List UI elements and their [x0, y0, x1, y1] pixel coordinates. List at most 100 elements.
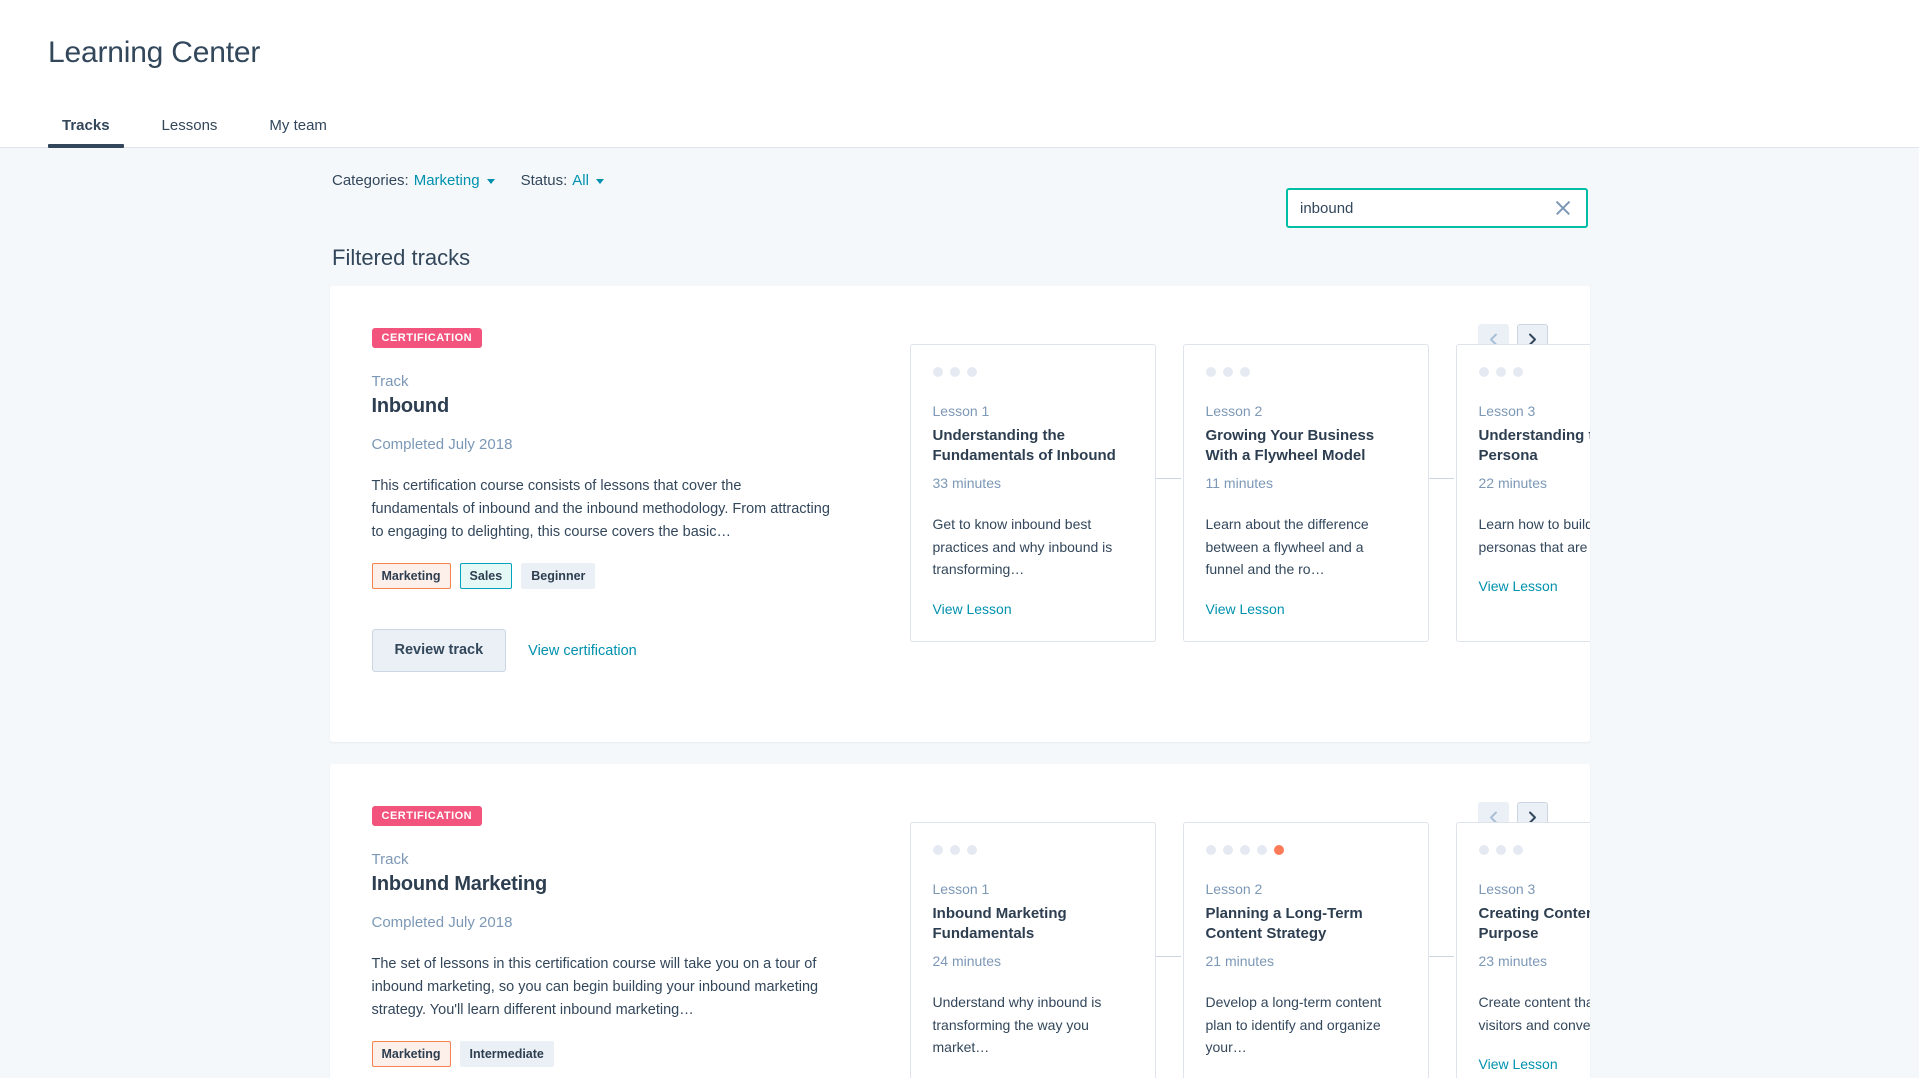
lesson-duration: 22 minutes	[1478, 474, 1547, 491]
tag-marketing[interactable]: Marketing	[371, 562, 451, 589]
lesson-description: Create content that attracts visitors an…	[1478, 993, 1590, 1033]
lesson-card[interactable]: Lesson 3 Creating Content With a Purpose 2…	[1455, 822, 1590, 1078]
lesson-progress-dots	[932, 367, 1133, 377]
lesson-carousel[interactable]: Lesson 1 Understanding the Fundamentals o…	[908, 344, 1590, 742]
tag-marketing[interactable]: Marketing	[371, 1040, 451, 1067]
track-description: The set of lessons in this certification…	[371, 955, 819, 1019]
lesson-card[interactable]: Lesson 2 Planning a Long-Term Content Str…	[1182, 822, 1429, 1078]
tag-sales[interactable]: Sales	[459, 562, 513, 589]
track-actions: Review track View certification	[371, 628, 842, 673]
lesson-connector	[1153, 478, 1181, 479]
filter-status[interactable]: Status: All	[521, 172, 604, 189]
lesson-description: Learn how to build the buyer personas th…	[1478, 515, 1590, 555]
chevron-down-icon[interactable]	[595, 179, 604, 184]
lesson-duration: 24 minutes	[932, 952, 1001, 969]
filter-status-value[interactable]: All	[572, 172, 589, 189]
lesson-title: Understanding the Fundamentals of Inboun…	[932, 427, 1116, 464]
tag-row: Marketing Intermediate	[371, 1040, 842, 1067]
track-details: CERTIFICATION Track Inbound Marketing Compl…	[371, 806, 842, 1078]
review-track-button[interactable]: Review track	[371, 628, 507, 673]
tag-intermediate[interactable]: Intermediate	[459, 1040, 554, 1067]
search-container	[1286, 188, 1588, 228]
tag-row: Marketing Sales Beginner	[371, 562, 842, 589]
chevron-down-icon[interactable]	[486, 179, 495, 184]
view-lesson-link[interactable]: View Lesson	[933, 601, 1012, 617]
lesson-description: Learn about the difference between a fly…	[1205, 515, 1369, 578]
progress-dot	[1205, 845, 1216, 855]
carousel-track: Lesson 1 Understanding the Fundamentals o…	[908, 344, 1590, 642]
progress-dot	[966, 367, 977, 377]
tracks-list: CERTIFICATION Track Inbound Completed July …	[0, 286, 1919, 1078]
progress-dot	[949, 367, 960, 377]
primary-tabs: Tracks Lessons My team	[48, 101, 365, 148]
track-description: This certification course consists of le…	[371, 477, 830, 541]
progress-dot	[1512, 367, 1523, 377]
lesson-progress-dots	[1205, 367, 1406, 377]
progress-dot	[949, 845, 960, 855]
progress-dot	[966, 845, 977, 855]
lesson-description: Develop a long-term content plan to iden…	[1205, 993, 1382, 1056]
lesson-progress-dots	[1478, 845, 1590, 855]
tab-tracks[interactable]: Tracks	[48, 117, 124, 148]
lesson-connector	[1426, 478, 1454, 479]
filter-categories-label: Categories:	[332, 172, 409, 189]
progress-dot	[1239, 367, 1250, 377]
track-details: CERTIFICATION Track Inbound Completed July …	[371, 328, 842, 673]
track-title: Inbound Marketing	[371, 872, 548, 895]
progress-dot	[1205, 367, 1216, 377]
view-lesson-link[interactable]: View Lesson	[1479, 1056, 1558, 1072]
lesson-carousel[interactable]: Lesson 1 Inbound Marketing Fundamentals 24…	[908, 822, 1590, 1078]
lesson-number: Lesson 2	[1205, 403, 1263, 419]
lesson-card[interactable]: Lesson 2 Growing Your Business With a Fly…	[1182, 344, 1429, 642]
close-icon[interactable]	[1552, 197, 1574, 219]
tab-lessons[interactable]: Lessons	[148, 117, 232, 147]
progress-dot	[1222, 367, 1233, 377]
lesson-number: Lesson 1	[932, 881, 990, 897]
filter-controls: Categories: Marketing Status: All	[332, 172, 604, 189]
lesson-number: Lesson 1	[932, 403, 990, 419]
lesson-title: Growing Your Business With a Flywheel Mo…	[1205, 427, 1375, 464]
lesson-description: Get to know inbound best practices and w…	[932, 515, 1113, 578]
tab-my-team[interactable]: My team	[255, 117, 341, 147]
track-card: CERTIFICATION Track Inbound Completed July …	[329, 286, 1590, 742]
tag-beginner[interactable]: Beginner	[521, 562, 596, 589]
progress-dot-active	[1273, 845, 1284, 855]
progress-dot	[1495, 845, 1506, 855]
track-title: Inbound	[371, 394, 450, 417]
track-kicker: Track	[371, 373, 409, 390]
progress-dot	[1512, 845, 1523, 855]
carousel-track: Lesson 1 Inbound Marketing Fundamentals 24…	[908, 822, 1590, 1078]
search-box[interactable]	[1286, 188, 1588, 228]
progress-dot	[1478, 845, 1489, 855]
view-lesson-link[interactable]: View Lesson	[1479, 578, 1558, 594]
lesson-progress-dots	[1205, 845, 1406, 855]
track-status: Completed July 2018	[371, 435, 513, 453]
lesson-title: Planning a Long-Term Content Strategy	[1205, 905, 1363, 942]
lesson-card[interactable]: Lesson 1 Understanding the Fundamentals o…	[909, 344, 1156, 642]
filter-status-label: Status:	[520, 172, 568, 189]
app-header: Learning Center Tracks Lessons My team	[0, 0, 1919, 148]
lesson-card[interactable]: Lesson 3 Understanding the Buyer's Person…	[1455, 344, 1590, 642]
page-title: Learning Center	[48, 36, 261, 69]
lesson-progress-dots	[1478, 367, 1590, 377]
track-status: Completed July 2018	[371, 913, 513, 931]
filter-row: Categories: Marketing Status: All	[0, 148, 1919, 224]
filter-categories[interactable]: Categories: Marketing	[332, 172, 495, 189]
view-lesson-link[interactable]: View Lesson	[1206, 601, 1285, 617]
lesson-title: Creating Content With a Purpose	[1478, 905, 1590, 942]
progress-dot	[932, 367, 943, 377]
lesson-title: Inbound Marketing Fundamentals	[932, 905, 1067, 942]
progress-dot	[1256, 845, 1267, 855]
lesson-number: Lesson 3	[1478, 881, 1536, 897]
filter-categories-value[interactable]: Marketing	[414, 172, 480, 189]
lesson-duration: 33 minutes	[932, 474, 1001, 491]
lesson-description: Understand why inbound is transforming t…	[932, 993, 1102, 1056]
section-title: Filtered tracks	[332, 245, 471, 270]
lesson-title: Understanding the Buyer's Persona	[1478, 427, 1590, 464]
progress-dot	[1239, 845, 1250, 855]
search-input[interactable]	[1300, 199, 1552, 217]
lesson-connector	[1153, 956, 1181, 957]
lesson-card[interactable]: Lesson 1 Inbound Marketing Fundamentals 24…	[909, 822, 1156, 1078]
view-certification-link[interactable]: View certification	[528, 643, 637, 659]
lesson-connector	[1426, 956, 1454, 957]
